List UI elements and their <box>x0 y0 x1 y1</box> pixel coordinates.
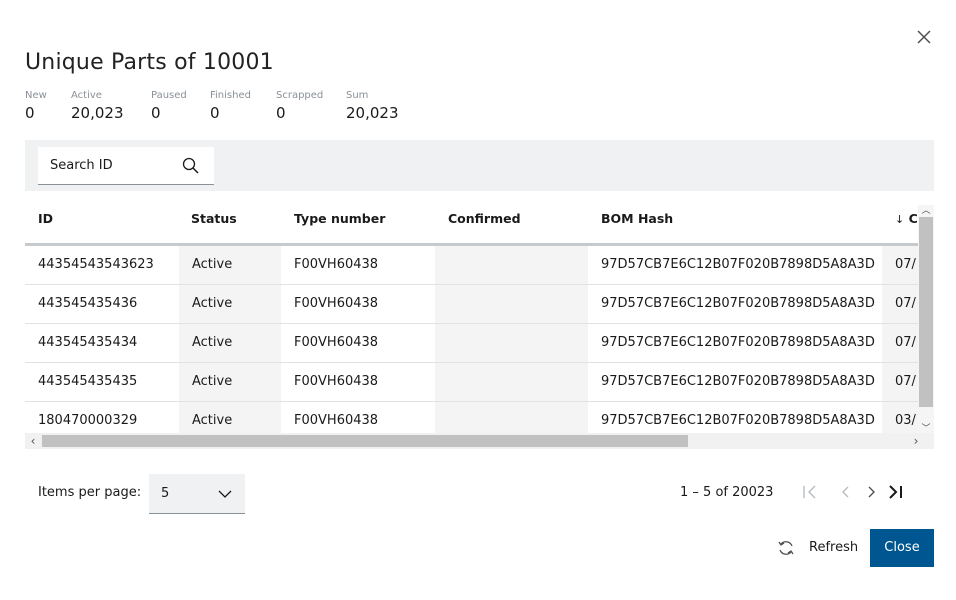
cell-bom-hash: 97D57CB7E6C12B07F020B7898D5A8A3D <box>601 374 875 389</box>
stat-label: Finished <box>210 90 251 101</box>
stat-active: Active 20,023 <box>71 89 124 122</box>
last-page-icon[interactable] <box>886 482 906 502</box>
table-body: 44354543543623 Active F00VH60438 97D57CB… <box>25 246 918 441</box>
cell-id: 443545435435 <box>38 374 138 389</box>
search-placeholder: Search ID <box>50 158 113 173</box>
search-input[interactable]: Search ID <box>38 147 214 185</box>
table-header: ID Status Type number Confirmed BOM Hash… <box>25 191 918 246</box>
column-header-status[interactable]: Status <box>191 211 237 226</box>
cell-status: Active <box>179 324 281 362</box>
table-row[interactable]: 443545435435 Active F00VH60438 97D57CB7E… <box>25 363 918 402</box>
stat-value: 0 <box>210 104 220 122</box>
stat-value: 20,023 <box>71 104 124 122</box>
table-row[interactable]: 44354543543623 Active F00VH60438 97D57CB… <box>25 246 918 285</box>
cell-c: 07/ <box>882 285 918 323</box>
cell-c: 07/ <box>882 246 918 284</box>
cell-bom-hash: 97D57CB7E6C12B07F020B7898D5A8A3D <box>601 296 875 311</box>
cell-bom-hash: 97D57CB7E6C12B07F020B7898D5A8A3D <box>601 257 875 272</box>
column-header-bom-hash[interactable]: BOM Hash <box>601 211 673 226</box>
cell-type-number: F00VH60438 <box>294 296 379 311</box>
cell-status: Active <box>179 363 281 401</box>
column-header-confirmed[interactable]: Confirmed <box>448 211 521 226</box>
refresh-icon <box>778 541 794 555</box>
column-header-c-label: C <box>908 211 918 226</box>
cell-id: 44354543543623 <box>38 257 154 272</box>
stat-label: Scrapped <box>276 90 324 101</box>
scroll-right-icon[interactable]: › <box>908 433 924 449</box>
stat-value: 0 <box>151 104 161 122</box>
pagination-range: 1 – 5 of 20023 <box>680 485 774 500</box>
stat-value: 0 <box>25 104 35 122</box>
stat-paused: Paused 0 <box>151 89 187 122</box>
previous-page-icon[interactable] <box>836 482 856 502</box>
items-per-page-value: 5 <box>161 486 170 501</box>
stat-value: 20,023 <box>346 104 399 122</box>
items-per-page-select[interactable]: 5 <box>149 474 245 514</box>
cell-type-number: F00VH60438 <box>294 257 379 272</box>
stat-label: Sum <box>346 90 369 101</box>
cell-confirmed <box>435 285 588 323</box>
horizontal-scrollbar-thumb[interactable] <box>42 435 688 447</box>
cell-type-number: F00VH60438 <box>294 374 379 389</box>
table-row[interactable]: 443545435434 Active F00VH60438 97D57CB7E… <box>25 324 918 363</box>
close-button[interactable]: Close <box>870 529 934 567</box>
cell-type-number: F00VH60438 <box>294 335 379 350</box>
column-header-type-number[interactable]: Type number <box>294 211 385 226</box>
sort-arrow-down-icon: ↓ <box>895 213 905 226</box>
next-page-icon[interactable] <box>861 482 881 502</box>
cell-status: Active <box>179 246 281 284</box>
parts-table: ID Status Type number Confirmed BOM Hash… <box>25 191 934 449</box>
dialog-title: Unique Parts of 10001 <box>25 50 274 75</box>
column-header-c[interactable]: ↓ C <box>895 211 918 226</box>
cell-id: 443545435436 <box>38 296 138 311</box>
chevron-down-icon <box>218 490 232 498</box>
stat-sum: Sum 20,023 <box>346 89 399 122</box>
stat-scrapped: Scrapped 0 <box>276 89 323 122</box>
stat-label: Active <box>71 90 102 101</box>
stat-label: Paused <box>151 90 187 101</box>
column-header-id[interactable]: ID <box>38 211 53 226</box>
cell-bom-hash: 97D57CB7E6C12B07F020B7898D5A8A3D <box>601 335 875 350</box>
close-icon[interactable] <box>912 25 936 49</box>
cell-confirmed <box>435 363 588 401</box>
scroll-up-icon[interactable]: ︿ <box>918 205 934 217</box>
search-icon[interactable] <box>181 156 201 176</box>
stat-new: New 0 <box>25 89 47 122</box>
first-page-icon[interactable] <box>800 482 820 502</box>
stat-label: New <box>25 90 47 101</box>
vertical-scrollbar[interactable]: ︿ ﹀ <box>918 205 934 435</box>
items-per-page-label: Items per page: <box>38 485 142 500</box>
cell-id: 443545435434 <box>38 335 138 350</box>
table-row[interactable]: 443545435436 Active F00VH60438 97D57CB7E… <box>25 285 918 324</box>
cell-status: Active <box>179 285 281 323</box>
horizontal-scrollbar[interactable]: ‹ › <box>25 433 934 449</box>
stat-value: 0 <box>276 104 286 122</box>
cell-c: 07/ <box>882 363 918 401</box>
vertical-scrollbar-thumb[interactable] <box>919 217 933 407</box>
table-toolbar: Search ID <box>25 140 934 191</box>
cell-c: 07/ <box>882 324 918 362</box>
cell-confirmed <box>435 324 588 362</box>
refresh-label: Refresh <box>809 540 859 555</box>
scroll-left-icon[interactable]: ‹ <box>25 433 41 449</box>
cell-confirmed <box>435 246 588 284</box>
stat-finished: Finished 0 <box>210 89 251 122</box>
